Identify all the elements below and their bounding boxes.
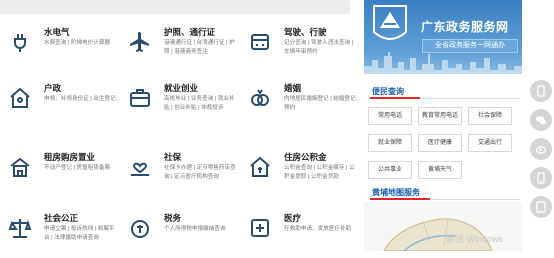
service-passport[interactable]: 护照、通行证 港澳通行证 | 台湾通行证 | 护照 | 港澳商务签注 <box>120 22 236 72</box>
service-desc: 内地居民婚姻登记 | 结婚登记预约 <box>284 96 356 111</box>
briefcase-icon <box>128 86 152 110</box>
weibo-icon[interactable] <box>530 138 552 160</box>
service-title: 租房购房置业 <box>44 152 96 162</box>
section-accent-line <box>370 97 420 99</box>
service-driving[interactable]: 驾驶、行驶 记分查询 | 驾驶人违法查询 | 车辆年审预约 <box>240 22 356 72</box>
service-title: 医疗 <box>284 213 302 223</box>
service-title: 就业创业 <box>164 83 199 93</box>
service-desc: 不动产登记 | 房屋租赁备案 <box>44 165 111 171</box>
phone-icon[interactable] <box>530 80 552 102</box>
service-desc: 公积金查询 | 公积金缴存 | 公积金提取 | 公积金贷款 <box>284 165 355 180</box>
service-title: 社会公正 <box>44 213 79 223</box>
tax-icon <box>128 216 152 240</box>
service-marriage[interactable]: 婚姻 内地居民婚姻登记 | 结婚登记预约 <box>240 78 356 128</box>
service-household[interactable]: 户政 申领、补领身份证 | 出生登记 <box>0 78 116 128</box>
service-title: 驾驶、行驶 <box>284 27 327 37</box>
tablet-icon[interactable] <box>530 196 552 218</box>
building-icon <box>8 155 32 179</box>
service-title: 住房公积金 <box>284 152 327 162</box>
service-desc: 疗救助申请、发放医疗补助 <box>284 226 352 232</box>
section-accent-line <box>370 198 430 200</box>
quick-btn-education-phones[interactable]: 教育常用电话 <box>418 107 462 125</box>
service-title: 婚姻 <box>284 83 302 93</box>
service-desc: 申请立案 | 投诉热线 | 和解平台 | 法律援助申请查询 <box>44 226 115 241</box>
service-desc: 记分查询 | 驾驶人违法查询 | 车辆年审预约 <box>284 40 354 55</box>
service-social-security[interactable]: 社保 社保卡办理 | 定点零售药店查询 | 定点医疗机构查询 <box>120 147 236 197</box>
house-icon <box>8 86 32 110</box>
quick-btn-social-security[interactable]: 社会保障 <box>468 107 512 125</box>
service-housing[interactable]: 租房购房置业 不动产登记 | 房屋租赁备案 <box>0 147 116 197</box>
service-housing-fund[interactable]: 住房公积金 公积金查询 | 公积金缴存 | 公积金提取 | 公积金贷款 <box>240 147 356 197</box>
windows-activation-watermark: 激活 Windows <box>446 234 504 244</box>
service-desc: 申领、补领身份证 | 出生登记 <box>44 96 116 102</box>
service-title: 护照、通行证 <box>164 27 216 37</box>
quick-btn-transport[interactable]: 交通出行 <box>468 134 512 152</box>
divider <box>420 98 520 99</box>
service-desc: 个人所得税申报缴纳查询 <box>164 226 226 232</box>
service-desc: 高校毕业 | 业务查询 | 就业补贴 | 创业补贴 | 仲裁投诉 <box>164 96 235 111</box>
quick-btn-health[interactable]: 医疗健康 <box>418 134 462 152</box>
airplane-icon <box>128 30 152 54</box>
service-title: 社保 <box>164 152 182 162</box>
map-section-title: 黄埔地图服务 <box>372 188 420 197</box>
quick-btn-weather[interactable]: 黄埔天气 <box>418 161 462 179</box>
plug-icon <box>8 30 32 54</box>
sidebar: 广东政务服务网 全省政务服务一网通办 便民查询 常用电话 教育常用电话 社会保障… <box>364 0 524 251</box>
banner-title: 广东政务服务网 <box>421 20 509 34</box>
home-fund-icon <box>248 155 272 179</box>
service-title: 户政 <box>44 83 62 93</box>
divider <box>430 199 520 200</box>
portal-banner[interactable]: 广东政务服务网 全省政务服务一网通办 <box>364 0 522 74</box>
quick-btn-employment[interactable]: 就业保障 <box>368 134 412 152</box>
city-skyline-image <box>364 52 522 74</box>
wechat-icon[interactable] <box>530 109 552 131</box>
service-desc: 水费查询 | 阶梯电价计算器 <box>44 40 111 46</box>
service-utilities[interactable]: 水电气 水费查询 | 阶梯电价计算器 <box>0 22 116 72</box>
service-title: 水电气 <box>44 27 70 37</box>
top-gray-bar <box>0 0 350 14</box>
service-title: 税务 <box>164 213 182 223</box>
service-desc: 港澳通行证 | 台湾通行证 | 护照 | 港澳商务签注 <box>164 40 235 55</box>
service-employment[interactable]: 就业创业 高校毕业 | 业务查询 | 就业补贴 | 创业补贴 | 仲裁投诉 <box>120 78 236 128</box>
service-desc: 社保卡办理 | 定点零售药店查询 | 定点医疗机构查询 <box>164 165 236 180</box>
scales-icon <box>8 216 32 240</box>
heart-hand-icon <box>128 155 152 179</box>
rings-icon <box>248 86 272 110</box>
medical-icon <box>248 216 272 240</box>
quick-btn-public-utilities[interactable]: 公共事业 <box>368 161 412 179</box>
car-icon <box>248 30 272 54</box>
convenience-title: 便民查询 <box>372 87 404 96</box>
mobile-icon[interactable] <box>530 167 552 189</box>
portal-logo <box>373 5 407 40</box>
quick-btn-common-phones[interactable]: 常用电话 <box>368 107 412 125</box>
